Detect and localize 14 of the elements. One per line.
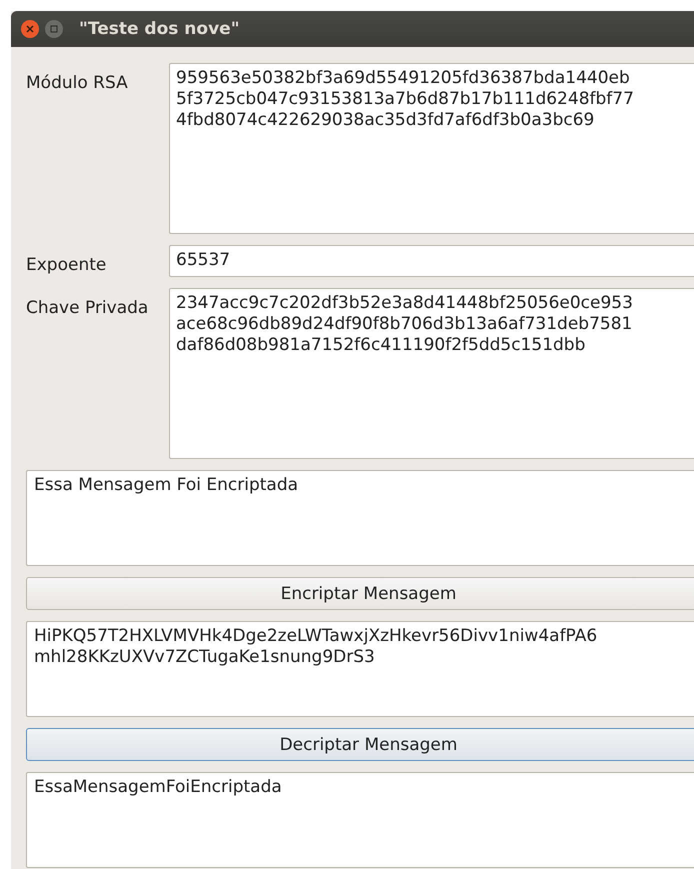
maximize-icon[interactable]: [45, 20, 63, 38]
field-label: Expoente: [26, 254, 108, 277]
window-title: "Teste dos nove": [79, 19, 240, 39]
field-label: Módulo RSA: [26, 72, 129, 95]
input-field[interactable]: 65537: [169, 245, 694, 277]
text-area[interactable]: Essa Mensagem Foi Encriptada: [26, 470, 694, 566]
close-icon[interactable]: [21, 20, 39, 38]
text-area[interactable]: EssaMensagemFoiEncriptada: [26, 772, 694, 868]
action-button[interactable]: Decriptar Mensagem: [26, 728, 694, 761]
text-area[interactable]: 2347acc9c7c202df3b52e3a8d41448bf25056e0ce953 ace68c96db89d24df90f8b706d3b13a6af731deb7581 daf86d08b981a7152f6c411190f2f5dd5c151dbb: [169, 288, 694, 459]
text-area[interactable]: 959563e50382bf3a69d55491205fd36387bda1440eb 5f3725cb047c93153813a7b6d87b17b111d6248fbf77 4fbd8074c422629038ac35d3fd7af6df3b0a3bc69: [169, 63, 694, 234]
text-area[interactable]: HiPKQ57T2HXLVMVHk4Dge2zeLWTawxjXzHkevr56Divv1niw4afPA6 mhl28KKzUXVv7ZCTugaKe1snung9DrS3: [26, 621, 694, 717]
action-button[interactable]: Encriptar Mensagem: [26, 577, 694, 610]
field-label: Chave Privada: [26, 297, 150, 320]
